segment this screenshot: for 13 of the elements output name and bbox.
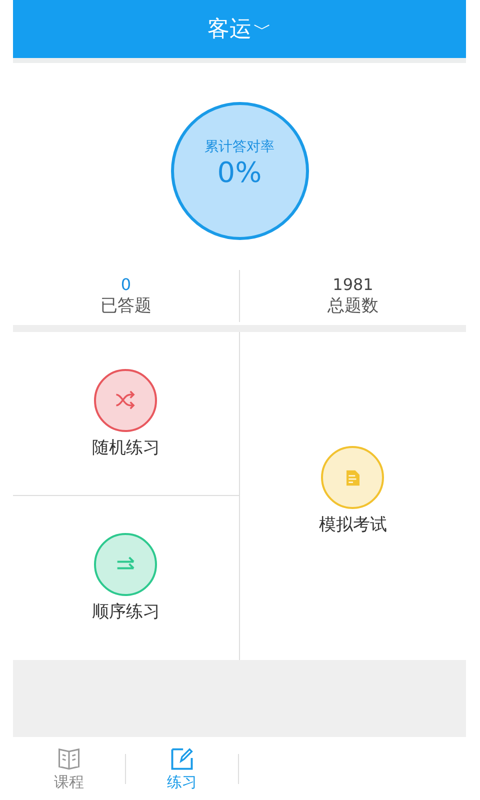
mode-label: 顺序练习 bbox=[92, 601, 160, 623]
nav-tab[interactable]: 课程 bbox=[13, 745, 125, 792]
stat-value: 1981 bbox=[332, 275, 374, 294]
accuracy-value: 0% bbox=[217, 156, 262, 189]
stat-label: 总题数 bbox=[328, 295, 378, 317]
mode-label: 模拟考试 bbox=[318, 514, 387, 536]
mode-tile[interactable]: 顺序练习 bbox=[13, 496, 240, 660]
mode-tile[interactable]: 模拟考试 bbox=[240, 332, 466, 660]
stat-label: 已答题 bbox=[100, 295, 152, 317]
mode-tile[interactable]: 随机练习 bbox=[13, 332, 240, 496]
mode-label: 随机练习 bbox=[92, 436, 160, 458]
stat-value: 0 bbox=[120, 275, 132, 294]
accuracy-label: 累计答对率 bbox=[204, 138, 274, 156]
